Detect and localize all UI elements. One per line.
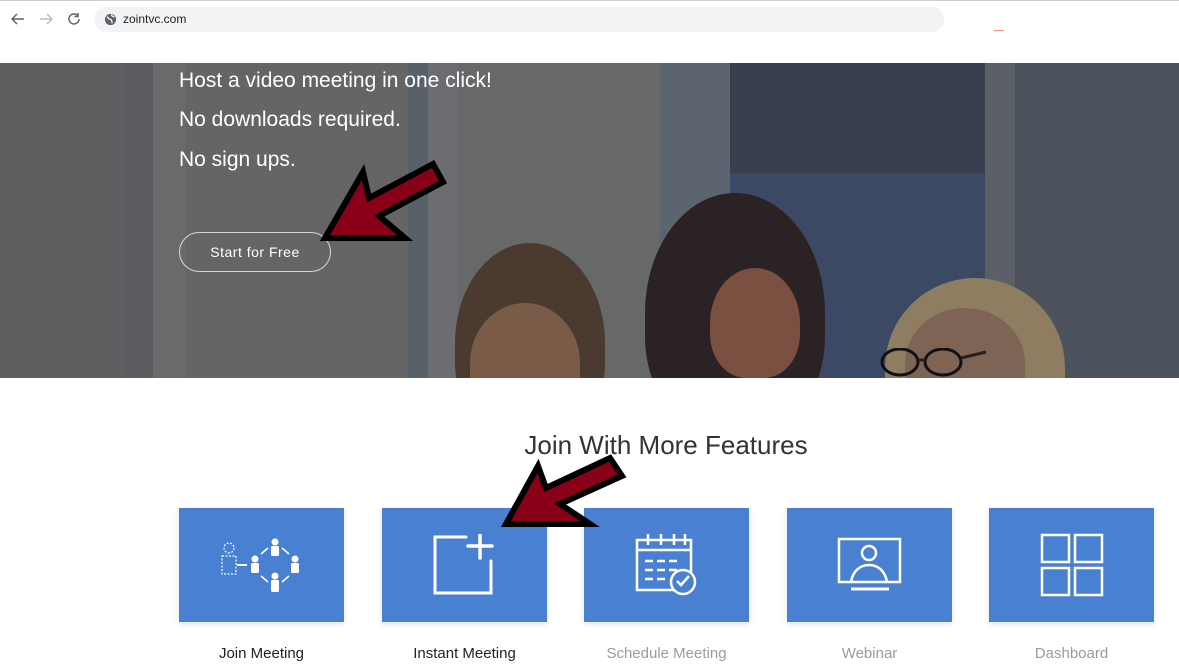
- join-meeting-label[interactable]: Join Meeting: [179, 645, 344, 662]
- glasses-graphic: [880, 348, 987, 377]
- add-square-icon: [433, 534, 494, 595]
- hero-person-woman-face: [710, 268, 800, 378]
- dashboard-label[interactable]: Dashboard: [989, 645, 1154, 662]
- hero-subline: No downloads required.: [179, 108, 401, 131]
- network-people-icon: [220, 538, 299, 592]
- instant-meeting-label[interactable]: Instant Meeting: [382, 645, 547, 662]
- reload-button[interactable]: [64, 9, 84, 29]
- browser-toolbar: zointvc.com: [0, 0, 1179, 63]
- calendar-check-icon: [635, 534, 696, 596]
- join-meeting-card[interactable]: [179, 508, 344, 622]
- arrow-left-icon: [11, 13, 24, 25]
- arrow-right-icon: [40, 13, 53, 25]
- reload-icon: [68, 13, 80, 25]
- hero-banner: Host a video meeting in one click! No do…: [0, 63, 1179, 378]
- webinar-card[interactable]: [787, 508, 952, 622]
- grid-icon: [1040, 533, 1103, 597]
- annotation-arrow-icon: [319, 159, 448, 241]
- dashboard-card[interactable]: [989, 508, 1154, 622]
- globe-icon: [104, 13, 117, 26]
- webinar-label[interactable]: Webinar: [787, 645, 952, 662]
- annotation-arrow-icon: [500, 454, 627, 527]
- back-button[interactable]: [8, 9, 28, 29]
- hero-headline: Host a video meeting in one click!: [179, 69, 492, 92]
- forward-button[interactable]: [36, 9, 56, 29]
- presenter-screen-icon: [837, 537, 901, 591]
- address-bar[interactable]: zointvc.com: [94, 7, 944, 32]
- hero-subline: No sign ups.: [179, 148, 296, 171]
- schedule-meeting-label[interactable]: Schedule Meeting: [584, 645, 749, 662]
- hero-bg-wall: [0, 63, 125, 378]
- red-mark: [994, 30, 1004, 31]
- start-for-free-button[interactable]: Start for Free: [179, 232, 331, 272]
- hero-bg-post: [123, 63, 153, 378]
- url-text: zointvc.com: [123, 12, 187, 26]
